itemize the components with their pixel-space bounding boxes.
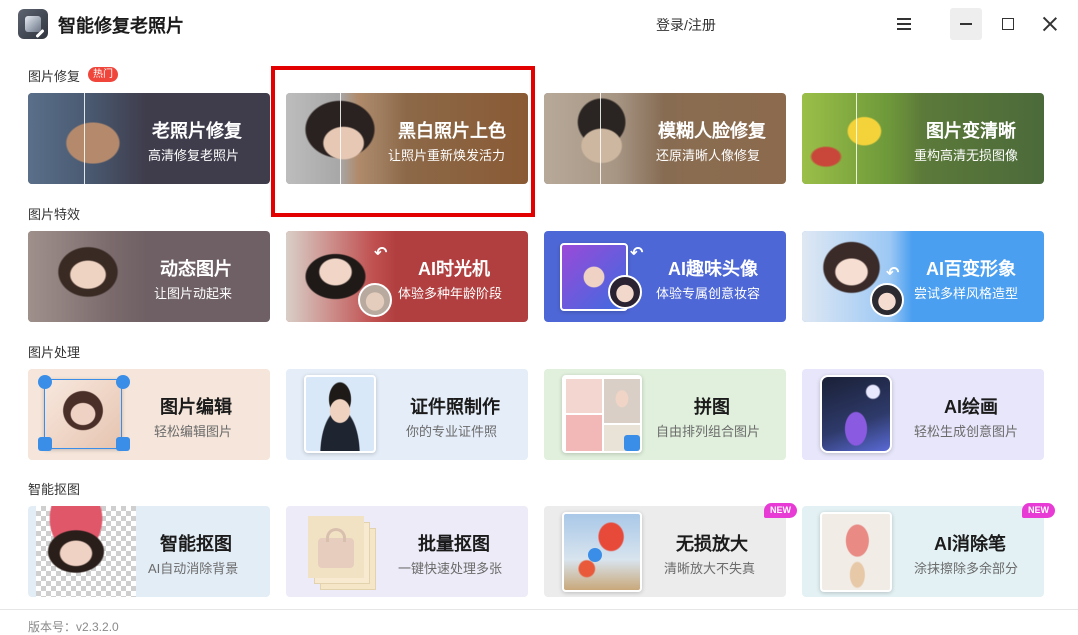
card-old-photo-repair[interactable]: 老照片修复 高清修复老照片 <box>28 93 270 184</box>
card-title: 黑白照片上色 <box>398 121 506 141</box>
section-label-cutout: 智能抠图 <box>28 482 81 497</box>
crop-handle-icon <box>38 437 52 451</box>
card-time-machine[interactable]: ↶ AI时光机 体验多种年龄阶段 <box>286 231 528 322</box>
card-image-edit[interactable]: 图片编辑 轻松编辑图片 <box>28 369 270 460</box>
card-subtitle: 体验多种年龄阶段 <box>398 286 503 301</box>
arrow-icon: ↶ <box>374 245 388 262</box>
card-subtitle: 轻松生成创意图片 <box>914 424 1019 439</box>
hot-badge: 热门 <box>88 67 118 82</box>
card-title: AI时光机 <box>418 259 490 279</box>
card-subtitle: 自由排列组合图片 <box>656 424 761 439</box>
card-title: AI绘画 <box>944 397 998 417</box>
colorize-image <box>286 93 406 184</box>
result-avatar <box>870 283 904 317</box>
maximize-button[interactable] <box>992 8 1024 40</box>
card-title: 证件照制作 <box>410 397 500 417</box>
minimize-icon <box>960 23 972 25</box>
expand-icon <box>588 548 602 562</box>
card-colorize[interactable]: 黑白照片上色 让照片重新焕发活力 <box>286 93 528 184</box>
new-badge: NEW <box>764 503 797 518</box>
card-subtitle: 让照片重新焕发活力 <box>388 148 506 163</box>
title-bar: 智能修复老照片 登录/注册 <box>0 0 1078 50</box>
card-subtitle: 高清修复老照片 <box>148 148 240 163</box>
card-ai-eraser[interactable]: AI消除笔 涂抹擦除多余部分 <box>802 506 1044 597</box>
elderly-avatar <box>358 283 392 317</box>
card-id-photo[interactable]: 证件照制作 你的专业证件照 <box>286 369 528 460</box>
new-badge: NEW <box>1022 503 1055 518</box>
close-icon <box>1043 17 1057 31</box>
maximize-icon <box>1002 18 1014 30</box>
card-subtitle: 你的专业证件照 <box>406 424 498 439</box>
card-face-repair[interactable]: 模糊人脸修复 还原清晰人像修复 <box>544 93 786 184</box>
card-smart-cutout[interactable]: 智能抠图 AI自动消除背景 <box>28 506 270 597</box>
compare-divider <box>856 93 857 184</box>
id-photo-thumb-image <box>304 375 376 453</box>
bag-icon <box>318 538 354 568</box>
balloon-thumb-image <box>562 512 642 592</box>
face-repair-image <box>544 93 664 184</box>
card-style-change[interactable]: ↶ AI百变形象 尝试多样风格造型 <box>802 231 1044 322</box>
card-fun-avatar[interactable]: ↶ AI趣味头像 体验专属创意妆容 <box>544 231 786 322</box>
card-subtitle: AI自动消除背景 <box>148 561 239 576</box>
grid-layout-icon <box>624 435 640 451</box>
card-title: AI消除笔 <box>934 534 1006 554</box>
card-collage[interactable]: 拼图 自由排列组合图片 <box>544 369 786 460</box>
card-subtitle: 清晰放大不失真 <box>664 561 756 576</box>
resize-handle-icon <box>116 437 130 451</box>
card-title: 拼图 <box>694 397 730 417</box>
card-title: 批量抠图 <box>418 534 490 554</box>
card-title: AI趣味头像 <box>668 259 758 279</box>
old-photo-image <box>28 93 146 184</box>
section-label-processing: 图片处理 <box>28 345 81 360</box>
close-button[interactable] <box>1034 8 1066 40</box>
stack-layer <box>308 516 364 578</box>
card-animate[interactable]: 动态图片 让图片动起来 <box>28 231 270 322</box>
arrow-icon: ↶ <box>886 265 900 282</box>
card-title: AI百变形象 <box>926 259 1016 279</box>
compare-divider <box>340 93 341 184</box>
card-subtitle: 重构高清无损图像 <box>914 148 1019 163</box>
version-label: 版本号：v2.3.2.0 <box>28 620 119 634</box>
card-title: 动态图片 <box>160 259 232 279</box>
hamburger-icon <box>897 18 911 30</box>
drop-handle-icon <box>116 375 130 389</box>
card-lossless-upscale[interactable]: 无损放大 清晰放大不失真 <box>544 506 786 597</box>
card-subtitle: 一键快速处理多张 <box>398 561 503 576</box>
animate-image <box>28 231 148 322</box>
app-logo-icon <box>18 9 48 39</box>
card-title: 无损放大 <box>676 534 748 554</box>
result-avatar <box>608 275 642 309</box>
card-title: 图片变清晰 <box>926 121 1016 141</box>
compare-divider <box>84 93 85 184</box>
compare-divider <box>600 93 601 184</box>
card-subtitle: 涂抹擦除多余部分 <box>914 561 1019 576</box>
card-subtitle: 轻松编辑图片 <box>154 424 233 439</box>
section-label-effects: 图片特效 <box>28 207 81 222</box>
card-subtitle: 让图片动起来 <box>154 286 233 301</box>
card-subtitle: 尝试多样风格造型 <box>914 286 1019 301</box>
card-title: 智能抠图 <box>160 534 232 554</box>
section-label-repair: 图片修复 <box>28 69 81 84</box>
edit-thumb-image <box>44 379 122 449</box>
app-title: 智能修复老照片 <box>58 16 184 36</box>
arrow-icon: ↶ <box>630 245 644 262</box>
rotate-handle-icon <box>38 375 52 389</box>
card-ai-paint[interactable]: AI绘画 轻松生成创意图片 <box>802 369 1044 460</box>
card-title: 模糊人脸修复 <box>658 121 766 141</box>
sharpen-image <box>802 93 922 184</box>
card-title: 图片编辑 <box>160 397 232 417</box>
smart-cutout-image <box>36 506 136 597</box>
menu-button[interactable] <box>888 8 920 40</box>
card-subtitle: 还原清晰人像修复 <box>656 148 761 163</box>
card-subtitle: 体验专属创意妆容 <box>656 286 761 301</box>
card-sharpen[interactable]: 图片变清晰 重构高清无损图像 <box>802 93 1044 184</box>
card-batch-cutout[interactable]: 批量抠图 一键快速处理多张 <box>286 506 528 597</box>
eraser-thumb-image <box>820 512 892 592</box>
card-title: 老照片修复 <box>152 121 242 141</box>
minimize-button[interactable] <box>950 8 982 40</box>
ai-paint-thumb-image <box>820 375 892 453</box>
login-register-link[interactable]: 登录/注册 <box>656 15 716 35</box>
footer-divider <box>0 609 1078 610</box>
